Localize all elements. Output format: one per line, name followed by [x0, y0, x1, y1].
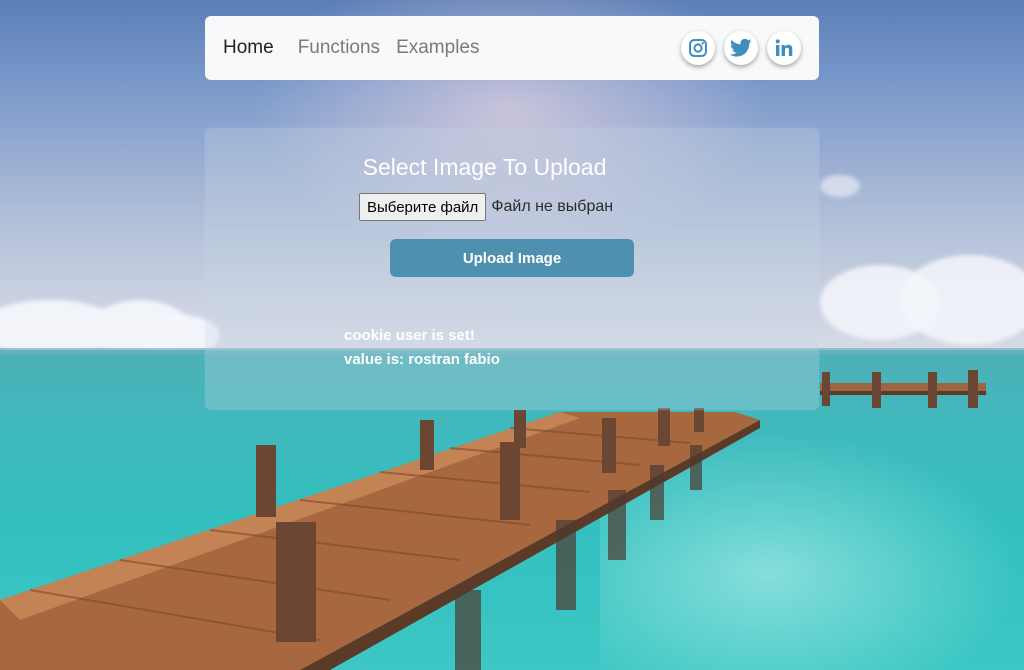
instagram-icon: [689, 39, 707, 57]
nav-link-functions[interactable]: Functions: [298, 37, 380, 59]
cookie-status-line: cookie user is set!: [344, 327, 475, 344]
linkedin-button[interactable]: [767, 31, 801, 65]
cookie-value-line: value is: rostran fabio: [344, 351, 500, 368]
choose-file-button[interactable]: Выберите файл: [359, 193, 487, 221]
upload-image-button[interactable]: Upload Image: [390, 239, 634, 277]
nav-link-examples[interactable]: Examples: [396, 37, 479, 59]
distant-pier: [820, 370, 986, 408]
instagram-button[interactable]: [681, 31, 715, 65]
nav-link-home[interactable]: Home: [223, 37, 274, 59]
file-input[interactable]: Выберите файл Файл не выбран: [359, 193, 613, 221]
twitter-button[interactable]: [724, 31, 758, 65]
navbar: Home Functions Examples: [205, 16, 819, 80]
linkedin-icon: [775, 39, 793, 56]
twitter-icon: [730, 38, 752, 57]
social-links: [681, 31, 801, 65]
file-status-text: Файл не выбран: [491, 198, 614, 215]
upload-title: Select Image To Upload: [362, 154, 607, 180]
